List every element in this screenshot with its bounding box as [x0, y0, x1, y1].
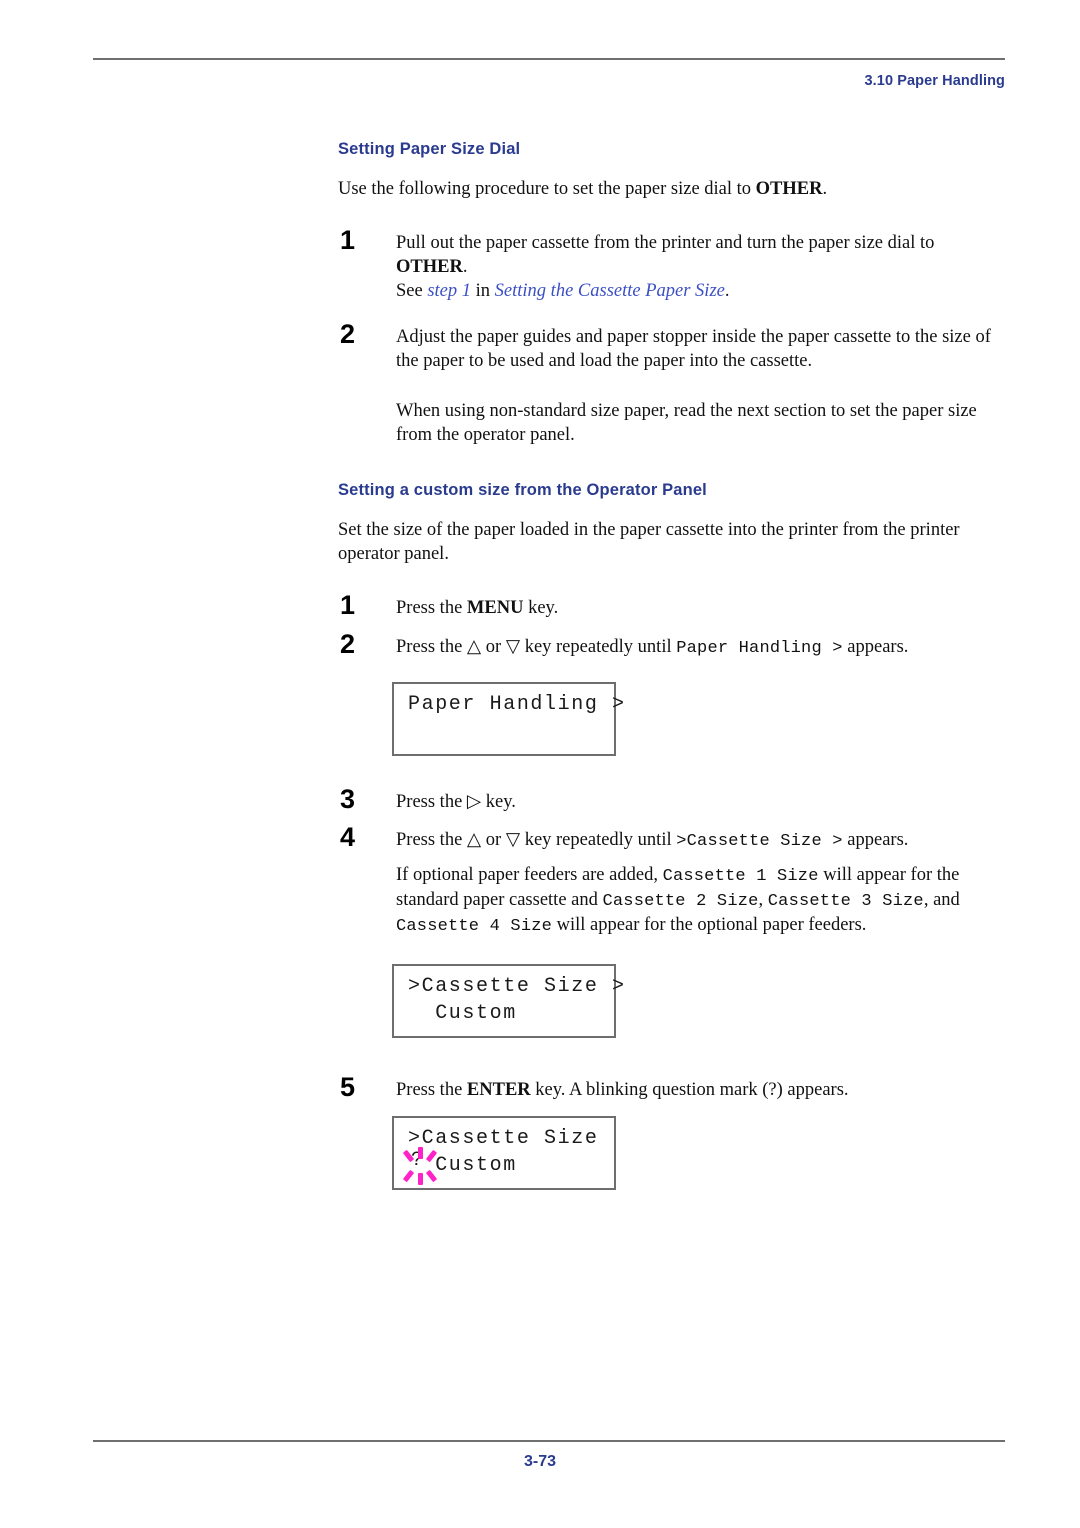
lcd-line-1: >Cassette Size — [408, 1127, 599, 1151]
lcd-text-cassette-3-size: Cassette 3 Size — [767, 891, 924, 911]
up-arrow-key-icon: △ — [466, 829, 482, 850]
cross-reference-setting-the-cassette-paper-size[interactable]: Setting the Cassette Paper Size — [495, 281, 725, 301]
blink-ray-down-left — [402, 1169, 415, 1183]
step-item: 5 Press the ENTER key. A blinking questi… — [338, 1074, 1008, 1102]
step-pre-text: Press the — [396, 598, 467, 619]
step-text: Press the ▷ key. — [396, 790, 1008, 814]
step1-line1-pre: Pull out the paper cassette from the pri… — [396, 233, 935, 254]
blink-ray-up-right — [425, 1149, 438, 1163]
footer-rule — [93, 1440, 1005, 1442]
step-pre-text: Press the — [396, 1080, 467, 1101]
step-tail-text: appears. — [842, 829, 909, 850]
step-item: 2 Adjust the paper guides and paper stop… — [338, 321, 1008, 373]
section1-intro-pre: Use the following procedure to set the p… — [338, 179, 756, 199]
step-pre-text: Press the — [396, 791, 467, 812]
blink-ray-down — [418, 1173, 423, 1186]
step1-line2-pre: See — [396, 281, 428, 302]
step-number: 4 — [340, 821, 356, 852]
header-rule — [93, 58, 1005, 60]
step-number: 1 — [340, 590, 356, 621]
step-post-text: key repeatedly until — [520, 636, 677, 657]
step-pre-text: Press the — [396, 829, 467, 850]
lcd-line-1: >Cassette Size > — [408, 975, 626, 999]
step-number: 2 — [340, 628, 356, 659]
step-pre-text: Press the — [396, 636, 467, 657]
blink-ray-down-right — [425, 1169, 438, 1183]
section2-intro-paragraph: Set the size of the paper loaded in the … — [338, 520, 960, 565]
section1-note-paragraph: When using non-standard size paper, read… — [396, 401, 977, 446]
lcd-display-paper-handling: Paper Handling > — [392, 681, 624, 756]
step-item: 4 Press the △ or ▽ key repeatedly until … — [338, 823, 1008, 853]
step-post-text: key repeatedly until — [520, 829, 677, 850]
step-post-text: key. A blinking question mark (?) appear… — [530, 1080, 849, 1101]
page-content: Setting Paper Size Dial Use the followin… — [338, 140, 1008, 1191]
step-mid-text: or — [481, 829, 506, 850]
step-item: 1 Press the MENU key. — [338, 592, 1008, 620]
lcd-text-reference: Paper Handling > — [676, 638, 843, 658]
step-number: 3 — [340, 783, 356, 814]
step-post-text: key. — [481, 791, 516, 812]
blinking-question-mark-indicator: ? — [402, 1147, 438, 1186]
step-tail-text: appears. — [842, 636, 909, 657]
step-item: 3 Press the ▷ key. — [338, 785, 1008, 814]
feeder-note-part-4: , and — [923, 889, 960, 910]
step-text: Adjust the paper guides and paper stoppe… — [396, 327, 991, 372]
section1-intro-bold-other: OTHER — [755, 179, 823, 199]
cross-reference-step-1[interactable]: step 1 — [427, 281, 471, 301]
key-label-menu: MENU — [466, 598, 524, 619]
step1-bold-other: OTHER — [396, 257, 463, 278]
feeder-note-part-3: , — [758, 889, 768, 910]
lcd-text-cassette-1-size: Cassette 1 Size — [662, 866, 819, 886]
step-text: Press the △ or ▽ key repeatedly until Pa… — [396, 635, 1008, 660]
up-arrow-key-icon: △ — [466, 636, 482, 657]
feeder-note-part-5: will appear for the optional paper feede… — [552, 914, 867, 935]
section-heading-setting-custom-size-operator-panel: Setting a custom size from the Operator … — [338, 481, 707, 500]
section1-intro-paragraph: Use the following procedure to set the p… — [338, 177, 1008, 201]
step-number: 5 — [340, 1072, 356, 1103]
down-arrow-key-icon: ▽ — [505, 829, 521, 850]
step-number: 1 — [340, 225, 356, 256]
right-arrow-key-icon: ▷ — [466, 791, 482, 812]
step-text: Press the △ or ▽ key repeatedly until >C… — [396, 828, 1008, 853]
lcd-line-2: Custom — [408, 1002, 517, 1026]
down-arrow-key-icon: ▽ — [505, 636, 521, 657]
step-text: Press the ENTER key. A blinking question… — [396, 1078, 1008, 1102]
blink-ray-up — [418, 1147, 423, 1160]
step-text: Press the MENU key. — [396, 596, 1008, 620]
lcd-text-reference: >Cassette Size > — [676, 831, 843, 851]
feeder-note-part-1: If optional paper feeders are added, — [396, 864, 663, 885]
lcd-display-cassette-size-custom: >Cassette Size > Custom — [392, 964, 624, 1039]
section1-intro-post: . — [822, 179, 828, 199]
lcd-text-cassette-2-size: Cassette 2 Size — [602, 891, 759, 911]
section-heading-setting-paper-size-dial: Setting Paper Size Dial — [338, 140, 521, 158]
optional-feeder-note-paragraph: If optional paper feeders are added, Cas… — [338, 863, 1008, 938]
step1-line1-post: . — [462, 257, 468, 278]
step1-line2-mid: in — [471, 281, 495, 302]
lcd-line-1: Paper Handling > — [408, 692, 626, 716]
step-text: Pull out the paper cassette from the pri… — [396, 231, 1008, 303]
page-number: 3-73 — [523, 1453, 557, 1470]
step-mid-text: or — [481, 636, 506, 657]
lcd-display-cassette-size-blinking: >Cassette Size Custom ? — [392, 1116, 616, 1191]
key-label-enter: ENTER — [466, 1080, 531, 1101]
step-item: 1 Pull out the paper cassette from the p… — [338, 227, 1008, 303]
page-header-title: 3.10 Paper Handling — [864, 73, 1005, 89]
step-post-text: key. — [523, 598, 559, 619]
lcd-text-cassette-4-size: Cassette 4 Size — [396, 916, 553, 936]
step1-line2-post: . — [724, 281, 730, 302]
step-item: 2 Press the △ or ▽ key repeatedly until … — [338, 630, 1008, 660]
step-number: 2 — [340, 319, 356, 350]
